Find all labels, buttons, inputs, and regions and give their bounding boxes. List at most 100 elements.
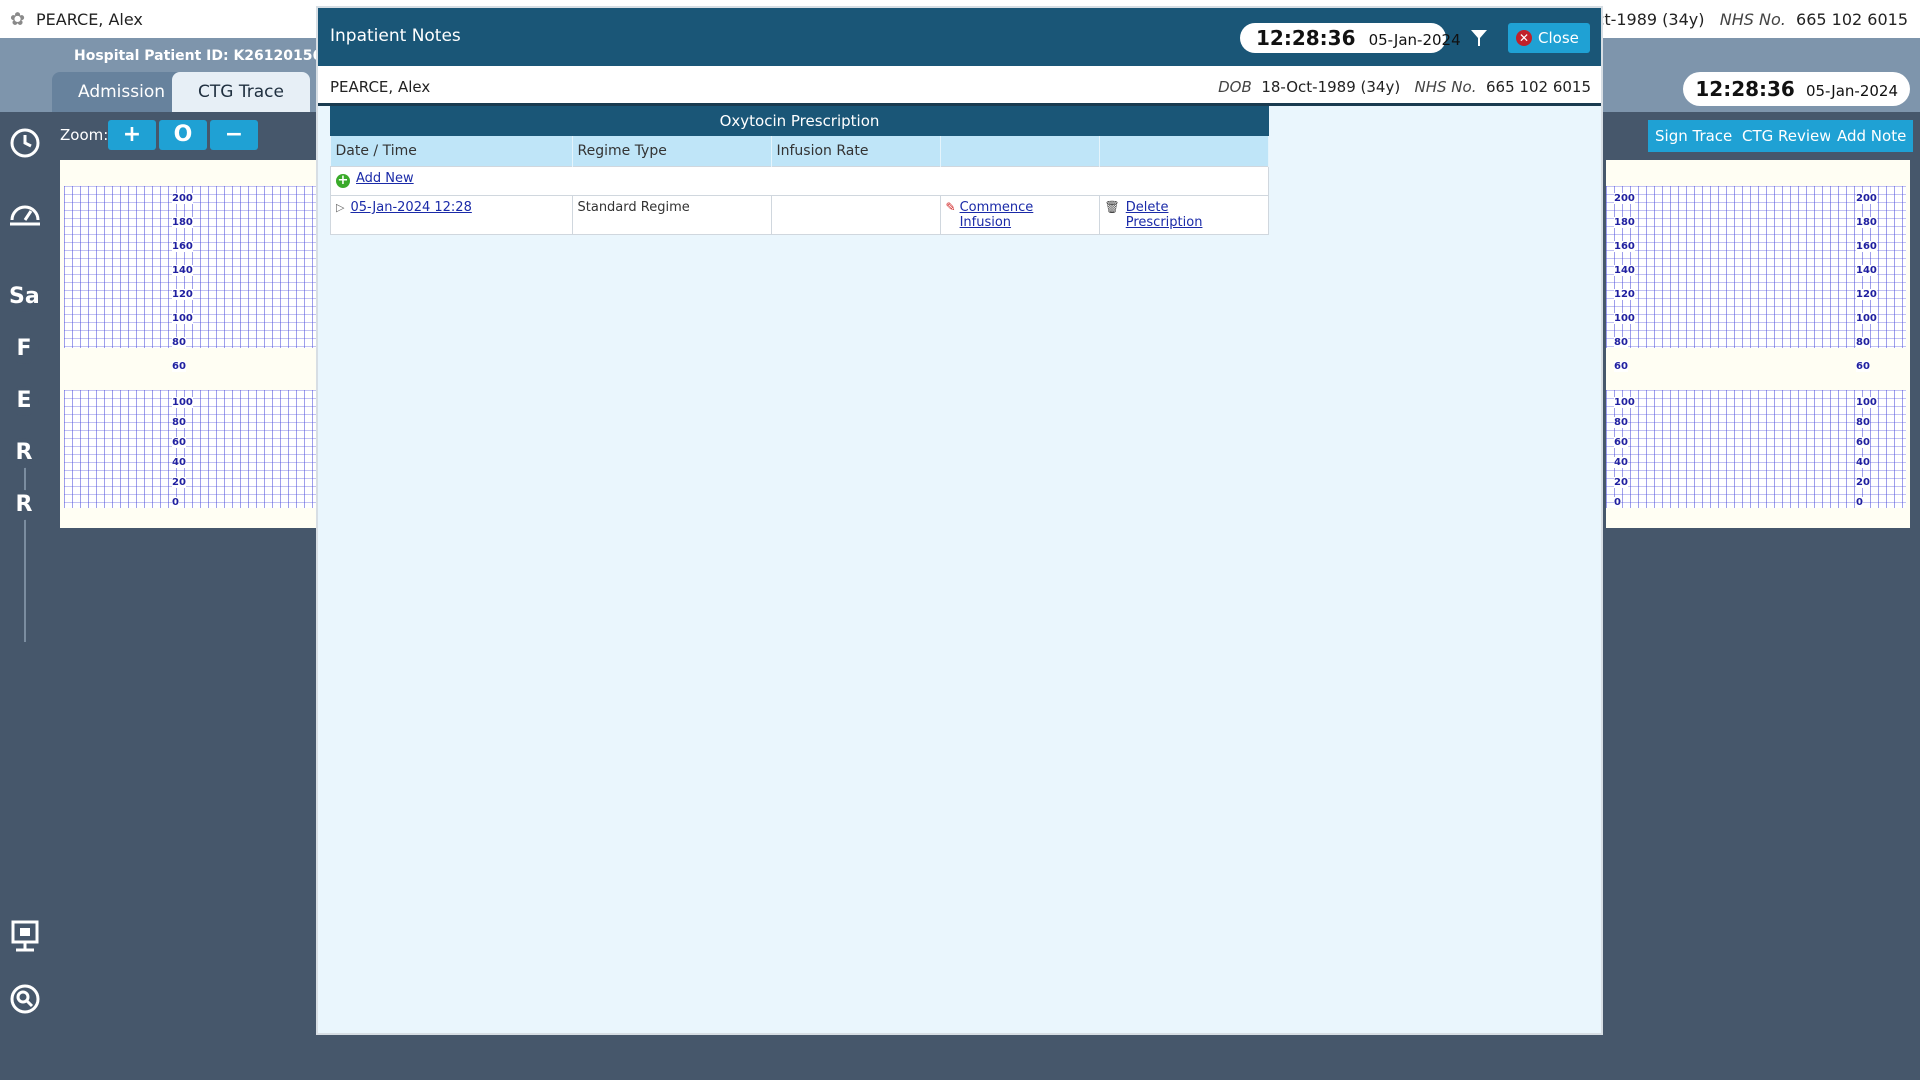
rate-cell	[770, 195, 941, 235]
add-icon[interactable]: +	[336, 174, 350, 188]
fhr-tick-label: 60	[172, 361, 186, 372]
toco-tick-label: 80	[1856, 417, 1870, 428]
fhr-tick-label: 120	[1614, 289, 1635, 300]
header-clock: 12:28:36 05-Jan-2024	[1683, 72, 1910, 106]
regime-cell: Standard Regime	[571, 195, 772, 235]
dialog-title: Inpatient Notes	[330, 26, 461, 46]
commence-infusion-link[interactable]: Commence Infusion	[960, 200, 1034, 230]
oxytocin-prescription-panel: Oxytocin Prescription Date / Time Regime…	[330, 106, 1269, 235]
commence-line-2: Infusion	[959, 215, 1012, 230]
history-clock-icon[interactable]	[6, 126, 44, 164]
pencil-icon: ✎	[945, 200, 956, 214]
close-button[interactable]: ✕ Close	[1508, 23, 1590, 53]
delete-line-2: Prescription	[1125, 215, 1203, 230]
fhr-tick-label: 180	[172, 217, 193, 228]
prescription-title: Oxytocin Prescription	[330, 106, 1269, 136]
sidebar-connector	[24, 452, 26, 642]
dialog-clock: 12:28:36 05-Jan-2024	[1240, 23, 1461, 53]
toco-tick-label: 0	[1614, 497, 1621, 508]
search-icon[interactable]	[6, 982, 44, 1020]
column-header-regime: Regime Type	[572, 136, 772, 167]
zoom-reset-button[interactable]: O	[159, 120, 207, 150]
sign-trace-button[interactable]: Sign Trace	[1648, 120, 1740, 152]
close-icon: ✕	[1516, 30, 1532, 46]
inpatient-notes-dialog: Inpatient Notes 12:28:36 05-Jan-2024 ✕ C…	[316, 6, 1603, 1035]
trash-icon: 🗑	[1104, 200, 1120, 214]
fhr-tick-label: 100	[172, 313, 193, 324]
add-note-button[interactable]: Add Note	[1830, 120, 1914, 152]
dialog-patient-demographics: DOB 18-Oct-1989 (34y) NHS No. 665 102 60…	[1218, 78, 1591, 96]
expand-row-icon[interactable]: ▷	[336, 201, 344, 214]
tab-admission[interactable]: Admission	[52, 72, 192, 112]
dialog-nhs-label: NHS No.	[1414, 78, 1477, 96]
fhr-tick-label: 100	[1614, 313, 1635, 324]
column-header-action-2	[1099, 136, 1269, 167]
table-row: ▷ 05-Jan-2024 12:28 Standard Regime ✎ Com…	[330, 195, 1269, 235]
fhr-tick-label: 200	[1614, 193, 1635, 204]
fhr-tick-label: 120	[172, 289, 193, 300]
sidebar-item-r2[interactable]: R	[9, 490, 39, 520]
fhr-tick-label: 100	[1856, 313, 1877, 324]
fhr-tick-label: 200	[172, 193, 193, 204]
toco-tick-label: 100	[1856, 397, 1877, 408]
fhr-tick-label: 160	[1856, 241, 1877, 252]
toco-tick-label: 80	[1614, 417, 1628, 428]
dialog-header: Inpatient Notes 12:28:36 05-Jan-2024 ✕ C…	[318, 8, 1601, 66]
toco-tick-label: 60	[1856, 437, 1870, 448]
column-header-datetime: Date / Time	[330, 136, 573, 167]
toco-tick-label: 40	[1856, 457, 1870, 468]
tab-ctg-trace[interactable]: CTG Trace	[172, 72, 310, 112]
commence-cell: ✎ Commence Infusion	[939, 195, 1100, 235]
fhr-tick-label: 180	[1856, 217, 1877, 228]
sidebar-item-e[interactable]: E	[9, 386, 39, 416]
fhr-tick-label: 140	[1614, 265, 1635, 276]
column-header-action-1	[940, 136, 1100, 167]
ctg-chart-right: 200 180 160 140 120 100 80 60 100 80 60 40 20 0 200 180…	[1606, 160, 1910, 528]
toco-tick-label: 20	[1856, 477, 1870, 488]
add-new-row: + Add New	[330, 166, 1269, 196]
sidebar-item-r1[interactable]: R	[9, 438, 39, 468]
prescription-table: Date / Time Regime Type Infusion Rate + A…	[330, 136, 1269, 235]
sidebar-item-f[interactable]: F	[9, 334, 39, 364]
toco-tick-label: 20	[1614, 477, 1628, 488]
zoom-out-button[interactable]: −	[210, 120, 258, 150]
zoom-in-button[interactable]: +	[108, 120, 156, 150]
toco-tick-label: 100	[172, 397, 193, 408]
dialog-clock-time: 12:28:36	[1256, 26, 1356, 50]
patient-demographics: 18-Oct-1989 (34y) NHS No. 665 102 6015	[1556, 10, 1908, 29]
datetime-cell: ▷ 05-Jan-2024 12:28	[330, 195, 573, 235]
toco-tick-label: 20	[172, 477, 186, 488]
dialog-nhs-value: 665 102 6015	[1486, 78, 1591, 96]
fhr-tick-label: 80	[1614, 337, 1628, 348]
close-label: Close	[1538, 29, 1579, 47]
fhr-tick-label: 160	[172, 241, 193, 252]
prescription-datetime-link[interactable]: 05-Jan-2024 12:28	[350, 200, 471, 215]
toco-tick-label: 40	[172, 457, 186, 468]
add-new-cell: + Add New	[330, 166, 1269, 196]
nhs-label: NHS No.	[1719, 10, 1786, 29]
fhr-tick-label: 140	[172, 265, 193, 276]
fhr-tick-label: 60	[1856, 361, 1870, 372]
fhr-tick-label: 60	[1614, 361, 1628, 372]
table-header-row: Date / Time Regime Type Infusion Rate	[330, 136, 1269, 167]
commence-line-1: Commence	[959, 200, 1034, 215]
toco-tick-label: 0	[1856, 497, 1863, 508]
delete-prescription-link[interactable]: Delete Prescription	[1126, 200, 1203, 230]
ctg-review-button[interactable]: CTG Review	[1735, 120, 1839, 152]
fhr-tick-label: 160	[1614, 241, 1635, 252]
zoom-label: Zoom:	[60, 126, 109, 144]
patient-flag-icon: ✿	[10, 9, 26, 30]
filter-icon[interactable]	[1468, 28, 1490, 50]
monitor-icon[interactable]	[6, 920, 44, 958]
toco-tick-label: 40	[1614, 457, 1628, 468]
sidebar-item-sa[interactable]: Sa	[9, 282, 40, 312]
dialog-clock-date: 05-Jan-2024	[1368, 31, 1461, 49]
add-new-link[interactable]: Add New	[356, 171, 414, 186]
fhr-tick-label: 140	[1856, 265, 1877, 276]
gauge-icon[interactable]	[6, 198, 44, 236]
dialog-dob-label: DOB	[1218, 78, 1252, 96]
fhr-tick-label: 80	[1856, 337, 1870, 348]
toco-tick-label: 0	[172, 497, 179, 508]
toco-tick-label: 80	[172, 417, 186, 428]
dialog-dob-value: 18-Oct-1989 (34y)	[1261, 78, 1401, 96]
